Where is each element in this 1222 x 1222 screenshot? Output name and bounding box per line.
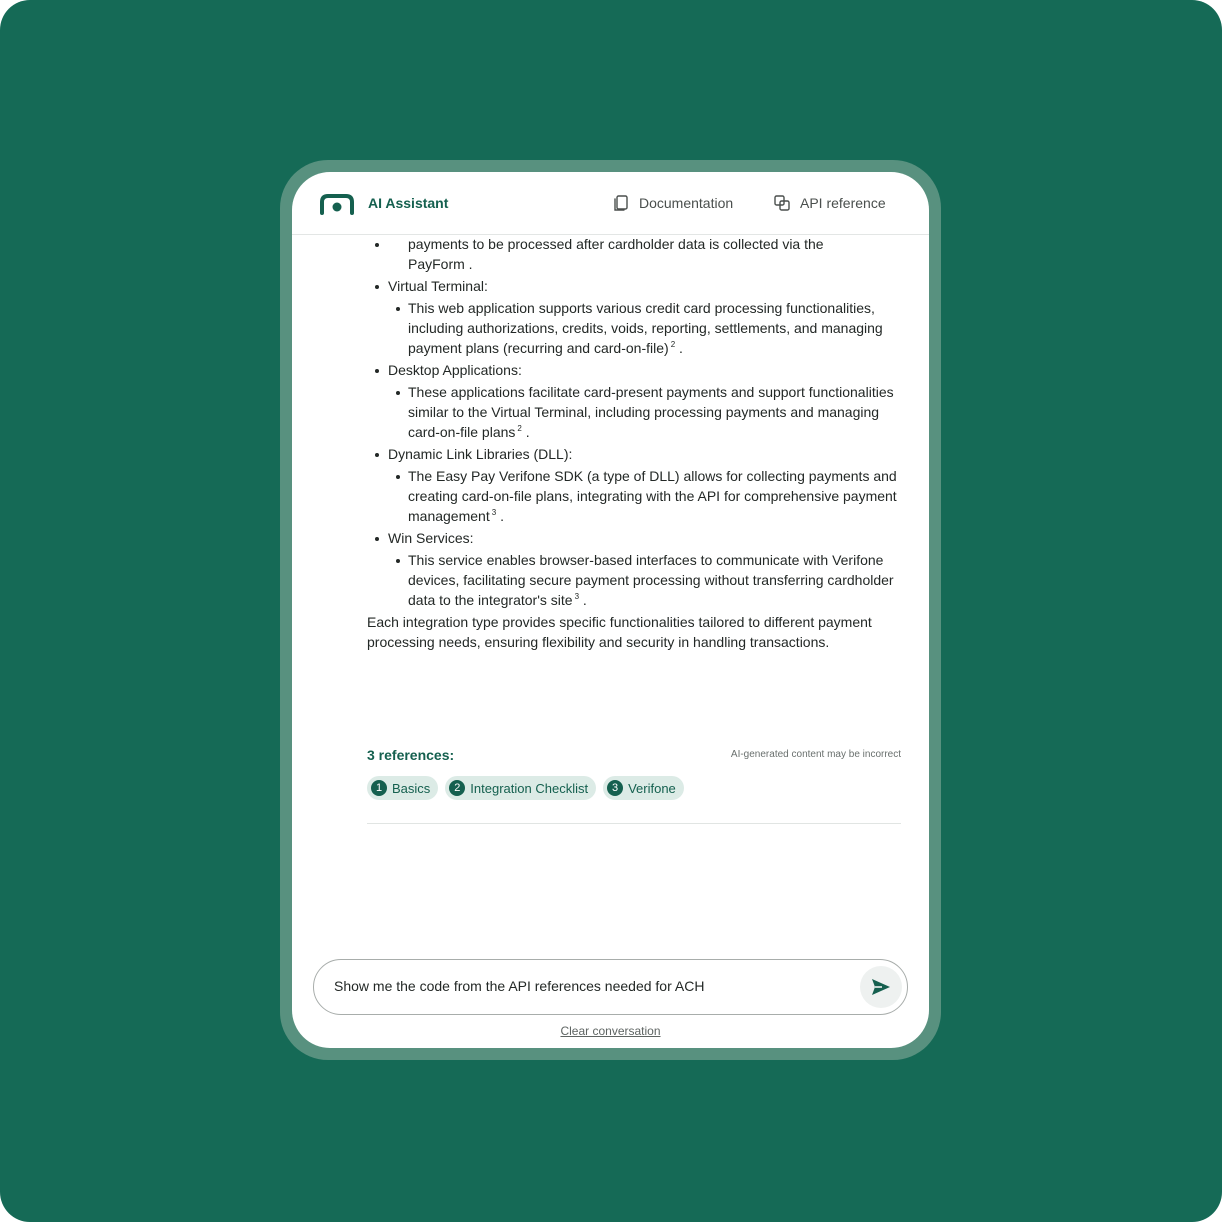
assistant-logo-icon — [320, 194, 354, 215]
item-detail: These applications facilitate card-prese… — [388, 382, 907, 442]
integration-types-list: Virtual Terminal: This web application s… — [367, 276, 907, 610]
references-title: 3 references: — [367, 747, 455, 763]
documentation-label: Documentation — [639, 195, 734, 211]
item-detail: The Easy Pay Verifone SDK (a type of DLL… — [388, 466, 907, 526]
references-header: 3 references: AI-generated content may b… — [367, 745, 901, 765]
app-title: AI Assistant — [368, 195, 449, 211]
send-button[interactable] — [860, 966, 902, 1008]
reference-chip-integration-checklist[interactable]: 2 Integration Checklist — [445, 776, 597, 800]
header: AI Assistant Documentation API reference — [292, 172, 929, 235]
item-title: Win Services: — [388, 530, 474, 546]
copy-icon — [614, 195, 628, 211]
item-detail: This service enables browser-based inter… — [388, 550, 907, 610]
list-item: Virtual Terminal: This web application s… — [367, 276, 907, 358]
list-item: Dynamic Link Libraries (DLL): The Easy P… — [367, 444, 907, 526]
item-title: Dynamic Link Libraries (DLL): — [388, 446, 573, 462]
item-detail: This web application supports various cr… — [388, 298, 907, 358]
list-item-partial: payments to be processed after cardholde… — [408, 236, 824, 272]
integration-list: payments to be processed after cardholde… — [367, 235, 907, 274]
reference-chip-basics[interactable]: 1 Basics — [367, 776, 439, 800]
documentation-link[interactable]: Documentation — [612, 194, 733, 212]
message-divider — [367, 823, 901, 824]
message-input-value[interactable]: Show me the code from the API references… — [334, 978, 704, 994]
item-title: Virtual Terminal: — [388, 278, 488, 294]
assistant-message: payments to be processed after cardholde… — [367, 235, 907, 652]
assistant-panel: AI Assistant Documentation API reference — [292, 172, 929, 1048]
reference-label: Verifone — [628, 780, 676, 796]
list-item: Win Services: This service enables brows… — [367, 528, 907, 610]
reference-number: 3 — [607, 780, 624, 796]
send-icon — [872, 979, 890, 995]
reference-chip-verifone[interactable]: 3 Verifone — [603, 776, 684, 800]
reference-label: Integration Checklist — [470, 780, 589, 796]
api-reference-link[interactable]: API reference — [773, 194, 886, 212]
clear-conversation-link[interactable]: Clear conversation — [292, 1024, 929, 1038]
api-reference-label: API reference — [800, 195, 886, 211]
reference-number: 1 — [371, 780, 387, 796]
reference-label: Basics — [392, 780, 431, 796]
reference-number: 2 — [449, 780, 466, 796]
item-title: Desktop Applications: — [388, 362, 522, 378]
message-input[interactable]: Show me the code from the API references… — [313, 959, 908, 1015]
reference-chips: 1 Basics 2 Integration Checklist 3 Verif… — [367, 776, 684, 800]
summary-text: Each integration type provides specific … — [367, 614, 872, 650]
conversation-area[interactable]: payments to be processed after cardholde… — [292, 235, 929, 935]
api-reference-icon — [774, 195, 790, 211]
list-item: Desktop Applications: These applications… — [367, 360, 907, 442]
ai-disclaimer: AI-generated content may be incorrect — [730, 749, 901, 760]
